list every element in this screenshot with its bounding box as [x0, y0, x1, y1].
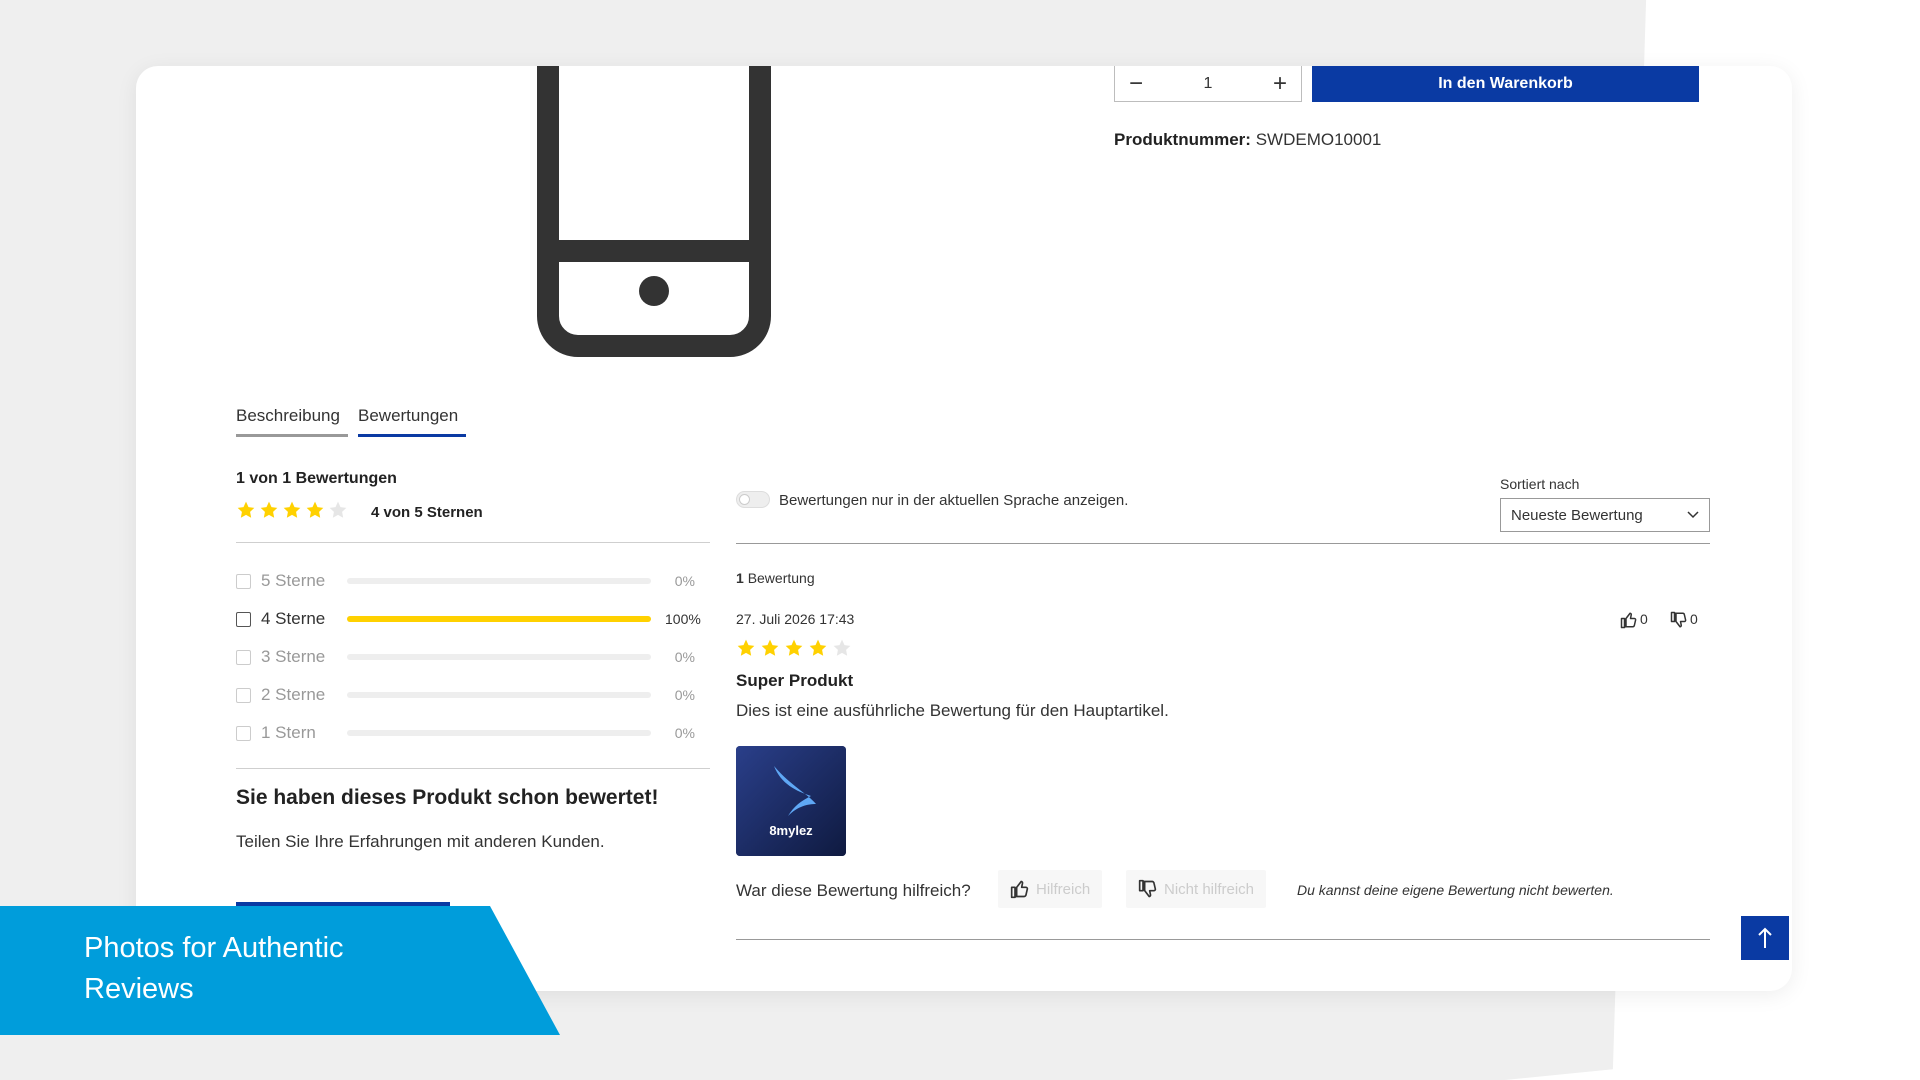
thumbs-down-icon	[1670, 611, 1687, 628]
rating-bar	[347, 616, 651, 622]
product-card: − 1 + In den Warenkorb Produktnummer: SW…	[136, 66, 1792, 991]
rating-filter-checkbox[interactable]	[236, 573, 251, 589]
star-empty-icon	[329, 501, 347, 518]
star-filled-icon	[283, 501, 301, 518]
rating-bar	[347, 654, 651, 660]
rating-bar	[347, 692, 651, 698]
star-filled-icon	[237, 501, 255, 518]
rating-filter-3[interactable]: 3 Sterne 0%	[236, 646, 706, 668]
rating-filter-label: 3 Sterne	[261, 647, 326, 666]
sort-select[interactable]: Neueste Bewertung	[1500, 498, 1710, 532]
already-rated-subtitle: Teilen Sie Ihre Erfahrungen mit anderen …	[236, 832, 605, 851]
reviews-summary-title: 1 von 1 Bewertungen	[236, 470, 397, 487]
thumbs-up-icon	[1010, 880, 1029, 899]
star-filled-icon	[761, 639, 779, 656]
product-number-label: Produktnummer:	[1114, 130, 1251, 149]
review-star-rating	[736, 638, 852, 658]
review-title: Super Produkt	[736, 671, 854, 690]
8mylez-logo	[736, 746, 846, 856]
tab-beschreibung[interactable]: Beschreibung	[236, 406, 348, 437]
not-helpful-button[interactable]: Nicht hilfreich	[1126, 870, 1267, 908]
review-text: Dies ist eine ausführliche Bewertung für…	[736, 701, 1169, 720]
rating-filter-label: 2 Sterne	[261, 685, 326, 704]
promo-banner-text: Photos for Authentic Reviews	[84, 932, 344, 1005]
upvote-count: 0	[1620, 611, 1648, 629]
review-photo[interactable]: 8mylez	[736, 746, 846, 856]
rating-filter-label: 4 Sterne	[261, 609, 326, 628]
rating-bar	[347, 578, 651, 584]
summary-stars-text: 4 von 5 Sternen	[371, 504, 483, 521]
rating-filter-checkbox[interactable]	[236, 649, 251, 665]
quantity-minus-button[interactable]: −	[1129, 71, 1143, 96]
tab-bewertungen[interactable]: Bewertungen	[358, 406, 466, 437]
language-filter-toggle[interactable]	[736, 491, 770, 508]
not-helpful-button-label: Nicht hilfreich	[1164, 880, 1255, 898]
review-count-number: 1	[736, 570, 744, 586]
rating-filter-percent: 0%	[674, 649, 695, 665]
add-to-cart-button[interactable]: In den Warenkorb	[1312, 66, 1699, 102]
toggle-knob	[739, 494, 750, 505]
star-filled-icon	[809, 639, 827, 656]
sort-select-value: Neueste Bewertung	[1511, 506, 1643, 524]
helpful-question: War diese Bewertung hilfreich?	[736, 881, 971, 900]
review-count-word: Bewertung	[747, 570, 815, 586]
scroll-to-top-button[interactable]	[1741, 916, 1789, 960]
rating-filter-4[interactable]: 4 Sterne 100%	[236, 608, 706, 630]
quantity-plus-button[interactable]: +	[1273, 71, 1287, 96]
product-number: Produktnummer: SWDEMO10001	[1114, 130, 1381, 150]
helpful-button-label: Hilfreich	[1036, 880, 1091, 898]
smartphone-icon	[537, 66, 771, 357]
star-filled-icon	[260, 501, 278, 518]
language-filter-label: Bewertungen nur in der aktuellen Sprache…	[779, 492, 1129, 509]
rating-filter-5[interactable]: 5 Sterne 0%	[236, 570, 706, 592]
rating-filter-label: 5 Sterne	[261, 571, 326, 590]
chevron-down-icon	[1687, 511, 1699, 519]
sort-label: Sortiert nach	[1500, 476, 1580, 492]
rating-filter-percent: 100%	[665, 611, 701, 627]
star-filled-icon	[306, 501, 324, 518]
filters-divider	[236, 768, 710, 769]
helpful-button[interactable]: Hilfreich	[998, 870, 1103, 908]
review-count: 1 Bewertung	[736, 570, 815, 586]
quantity-stepper[interactable]: − 1 +	[1114, 66, 1302, 102]
review-list-divider	[736, 543, 1710, 544]
rating-bar-fill	[347, 616, 651, 622]
downvote-count: 0	[1670, 611, 1698, 629]
thumbs-up-icon	[1620, 612, 1637, 629]
review-bottom-divider	[736, 939, 1710, 940]
product-number-value: SWDEMO10001	[1255, 130, 1382, 149]
review-photo-brand: 8mylez	[769, 823, 813, 838]
summary-divider	[236, 542, 710, 543]
star-empty-icon	[833, 639, 851, 656]
rating-filter-1[interactable]: 1 Stern 0%	[236, 722, 706, 744]
rating-filter-percent: 0%	[674, 687, 695, 703]
star-filled-icon	[737, 639, 755, 656]
rating-filter-label: 1 Stern	[261, 723, 316, 742]
arrow-up-icon	[1758, 927, 1772, 948]
rating-filter-2[interactable]: 2 Sterne 0%	[236, 684, 706, 706]
rating-filter-percent: 0%	[674, 573, 695, 589]
rating-filter-checkbox[interactable]	[236, 725, 251, 741]
upvote-number: 0	[1640, 611, 1648, 627]
downvote-number: 0	[1690, 611, 1698, 627]
rating-bar	[347, 730, 651, 736]
quantity-value[interactable]: 1	[1204, 75, 1213, 93]
summary-star-rating	[236, 500, 348, 520]
rating-filter-checkbox[interactable]	[236, 611, 251, 627]
thumbs-down-icon	[1138, 879, 1157, 898]
review-date: 27. Juli 2026 17:43	[736, 611, 855, 627]
own-review-note: Du kannst deine eigene Bewertung nicht b…	[1297, 882, 1614, 898]
star-filled-icon	[785, 639, 803, 656]
already-rated-title: Sie haben dieses Produkt schon bewertet!	[236, 786, 659, 809]
rating-filter-checkbox[interactable]	[236, 687, 251, 703]
rating-filter-percent: 0%	[674, 725, 695, 741]
